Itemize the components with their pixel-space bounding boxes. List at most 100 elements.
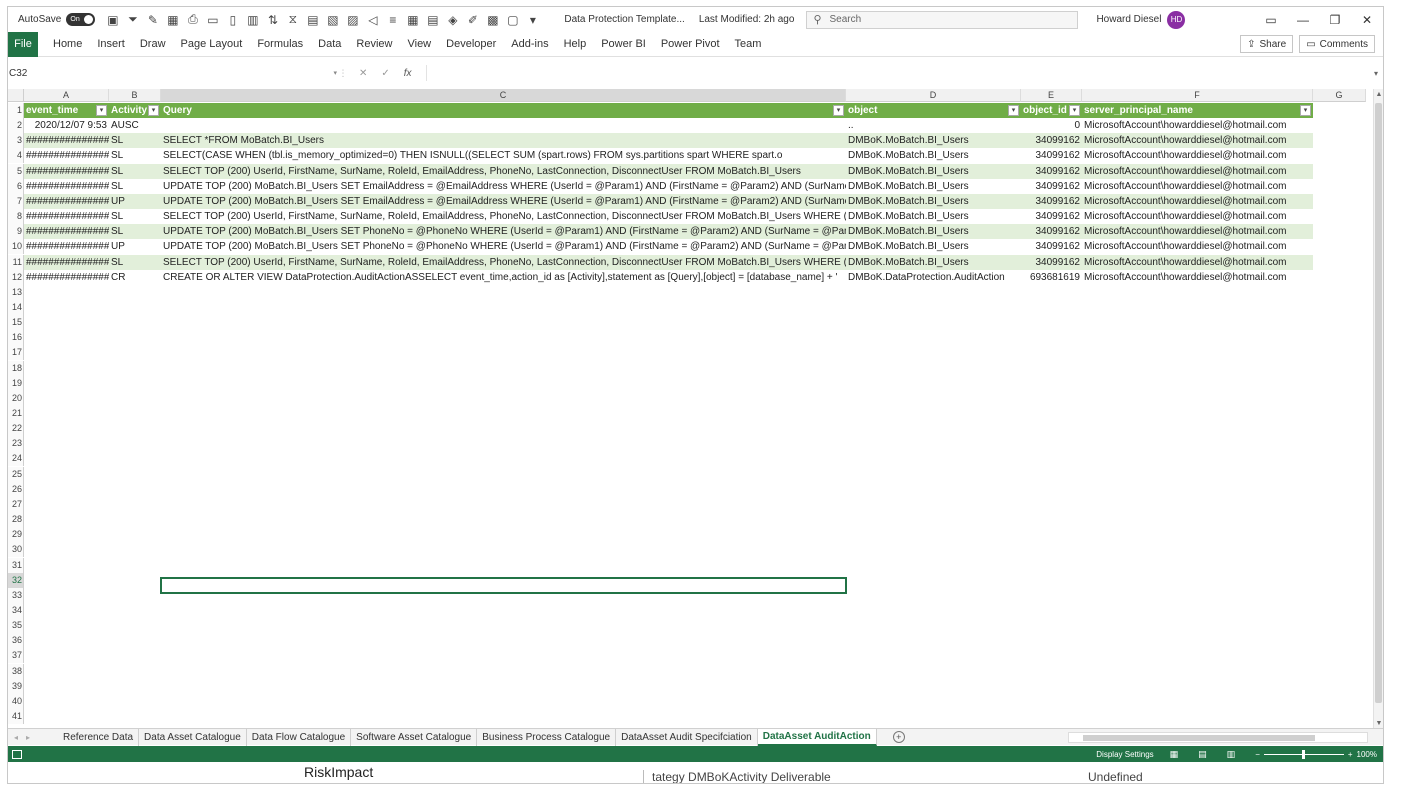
cell-query[interactable]: SELECT(CASE WHEN (tbl.is_memory_optimize…: [161, 148, 846, 163]
enter-icon[interactable]: ✓: [381, 68, 389, 79]
cell-object[interactable]: DMBoK.MoBatch.BI_Users: [846, 148, 1021, 163]
close-icon[interactable]: ✕: [1351, 13, 1383, 27]
row-header-12[interactable]: 12: [8, 269, 24, 285]
row-header-30[interactable]: 30: [8, 542, 24, 558]
page-break-view-icon[interactable]: ▥: [1227, 749, 1236, 760]
header-activity[interactable]: Activity ▾: [109, 103, 161, 118]
cell-event-time[interactable]: ###############: [24, 148, 109, 163]
selected-cell-c32[interactable]: [160, 577, 847, 594]
restore-icon[interactable]: ❐: [1319, 13, 1351, 27]
cell-server-principal-name[interactable]: MicrosoftAccount\howarddiesel@hotmail.co…: [1082, 239, 1313, 254]
cell-query[interactable]: SELECT TOP (200) UserId, FirstName, SurN…: [161, 164, 846, 179]
header-object[interactable]: object ▾: [846, 103, 1021, 118]
cell-server-principal-name[interactable]: MicrosoftAccount\howarddiesel@hotmail.co…: [1082, 164, 1313, 179]
cell-object[interactable]: DMBoK.MoBatch.BI_Users: [846, 209, 1021, 224]
filter-dropdown-icon[interactable]: ▾: [1008, 105, 1019, 116]
cell-object[interactable]: ..: [846, 118, 1021, 133]
row-header-21[interactable]: 21: [8, 406, 24, 421]
cell-activity[interactable]: CR: [109, 270, 161, 285]
share-button[interactable]: ⇪ Share: [1240, 35, 1294, 53]
zoom-slider[interactable]: [1263, 749, 1344, 759]
new-file-icon[interactable]: ▯: [225, 12, 240, 27]
column-header-g[interactable]: G: [1313, 89, 1366, 102]
autosave[interactable]: AutoSave On: [18, 13, 96, 26]
row-header-29[interactable]: 29: [8, 527, 24, 543]
name-box[interactable]: C32 ▾: [8, 65, 337, 81]
cell-object-id[interactable]: 34099162: [1021, 239, 1082, 254]
sheet-tab-business-process-catalogue[interactable]: Business Process Catalogue: [477, 728, 617, 746]
ribbon-display-icon[interactable]: ▭: [1255, 13, 1287, 27]
cell-object-id[interactable]: 0: [1021, 118, 1082, 133]
cell-activity[interactable]: UP: [109, 239, 161, 254]
cancel-icon[interactable]: ✕: [359, 68, 367, 79]
cell-event-time[interactable]: ###############: [24, 209, 109, 224]
cell-event-time[interactable]: ###############: [24, 255, 109, 270]
row-header-3[interactable]: 3: [8, 133, 24, 149]
column-header-c[interactable]: C: [161, 89, 846, 102]
cell-object-id[interactable]: 34099162: [1021, 133, 1082, 148]
cell-server-principal-name[interactable]: MicrosoftAccount\howarddiesel@hotmail.co…: [1082, 148, 1313, 163]
sort-icon[interactable]: ⇅: [265, 12, 280, 27]
cell-object[interactable]: DMBoK.MoBatch.BI_Users: [846, 164, 1021, 179]
row-header-1[interactable]: 1: [8, 103, 24, 118]
minimize-icon[interactable]: —: [1287, 13, 1319, 27]
row-header-25[interactable]: 25: [8, 466, 24, 482]
sheet-nav-arrows-icon[interactable]: ◂▸: [8, 733, 58, 742]
borders-icon[interactable]: ▦: [405, 12, 420, 27]
filter-dropdown-icon[interactable]: ▾: [1069, 105, 1080, 116]
row-header-18[interactable]: 18: [8, 360, 24, 376]
tab-formulas[interactable]: Formulas: [257, 38, 303, 50]
cell-query[interactable]: SELECT TOP (200) UserId, FirstName, SurN…: [161, 255, 846, 270]
cell-server-principal-name[interactable]: MicrosoftAccount\howarddiesel@hotmail.co…: [1082, 179, 1313, 194]
align-icon[interactable]: ≡: [385, 12, 400, 27]
tab-data[interactable]: Data: [318, 38, 341, 50]
tab-add-ins[interactable]: Add-ins: [511, 38, 548, 50]
sheet-tab-software-asset-catalogue[interactable]: Software Asset Catalogue: [351, 728, 478, 746]
row-header-26[interactable]: 26: [8, 481, 24, 497]
pivot-icon[interactable]: ▨: [345, 12, 360, 27]
tab-help[interactable]: Help: [564, 38, 587, 50]
row-header-31[interactable]: 31: [8, 557, 24, 573]
row-header-39[interactable]: 39: [8, 678, 24, 694]
row-header-10[interactable]: 10: [8, 239, 24, 255]
macro-record-icon[interactable]: [12, 749, 22, 759]
cell-object[interactable]: DMBoK.MoBatch.BI_Users: [846, 194, 1021, 209]
filter-dropdown-icon[interactable]: ▾: [96, 105, 107, 116]
cell-object[interactable]: DMBoK.MoBatch.BI_Users: [846, 255, 1021, 270]
tab-view[interactable]: View: [407, 38, 431, 50]
cell-activity[interactable]: SL: [109, 133, 161, 148]
header-query[interactable]: Query ▾: [161, 103, 846, 118]
row-header-38[interactable]: 38: [8, 663, 24, 679]
cell-server-principal-name[interactable]: MicrosoftAccount\howarddiesel@hotmail.co…: [1082, 255, 1313, 270]
table-icon[interactable]: ▦: [165, 12, 180, 27]
cell-object-id[interactable]: 34099162: [1021, 179, 1082, 194]
tab-insert[interactable]: Insert: [97, 38, 125, 50]
filter-dropdown-icon[interactable]: ▾: [148, 105, 159, 116]
grid-options-icon[interactable]: ▩: [485, 12, 500, 27]
display-settings[interactable]: Display Settings: [1096, 750, 1153, 759]
tab-developer[interactable]: Developer: [446, 38, 496, 50]
header-server-principal-name[interactable]: server_principal_name ▾: [1082, 103, 1313, 118]
filter-dropdown-icon[interactable]: ▾: [1300, 105, 1311, 116]
scroll-up-icon[interactable]: ▲: [1374, 91, 1383, 98]
column-header-d[interactable]: D: [846, 89, 1021, 102]
row-header-28[interactable]: 28: [8, 512, 24, 528]
cell-server-principal-name[interactable]: MicrosoftAccount\howarddiesel@hotmail.co…: [1082, 194, 1313, 209]
cell-activity[interactable]: SL: [109, 179, 161, 194]
avatar[interactable]: HD: [1167, 10, 1186, 29]
cell-event-time[interactable]: ###############: [24, 179, 109, 194]
fill-icon[interactable]: ◈: [445, 12, 460, 27]
cell-server-principal-name[interactable]: MicrosoftAccount\howarddiesel@hotmail.co…: [1082, 209, 1313, 224]
row-header-32[interactable]: 32: [8, 572, 24, 588]
cell-activity[interactable]: SL: [109, 148, 161, 163]
comments-button[interactable]: ▭ Comments: [1299, 35, 1375, 53]
horizontal-scroll-thumb[interactable]: [1083, 735, 1315, 741]
cell-object-id[interactable]: 34099162: [1021, 209, 1082, 224]
brush-icon[interactable]: ✐: [465, 12, 480, 27]
sheet-tab-data-asset-catalogue[interactable]: Data Asset Catalogue: [139, 728, 247, 746]
column-header-e[interactable]: E: [1021, 89, 1082, 102]
horizontal-scrollbar[interactable]: [1068, 732, 1368, 743]
insert-function-icon[interactable]: fx: [404, 68, 412, 79]
cell-object[interactable]: DMBoK.MoBatch.BI_Users: [846, 224, 1021, 239]
formula-input[interactable]: [425, 65, 1369, 81]
